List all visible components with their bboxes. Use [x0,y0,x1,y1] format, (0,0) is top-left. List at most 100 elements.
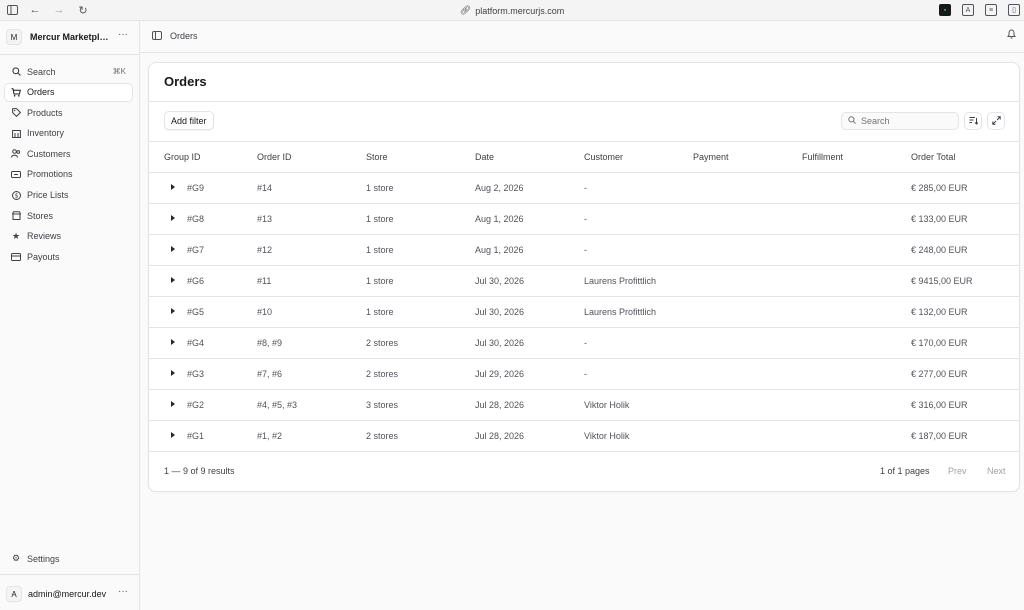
sidebar-item-inventory[interactable]: Inventory [5,125,132,142]
store-switcher[interactable]: M Mercur Marketplace ··· [6,28,132,46]
column-header-store[interactable]: Store [366,152,388,162]
prev-button[interactable]: Prev [948,466,967,476]
expand-row-icon[interactable] [171,215,175,221]
sidebar-panel-icon[interactable] [152,31,162,40]
back-icon[interactable]: ← [28,3,42,17]
column-header-group-id[interactable]: Group ID [164,152,201,162]
customer-cell: Laurens Profittlich [584,276,657,286]
search-input[interactable] [861,116,951,126]
user-more-icon[interactable]: ··· [118,586,128,597]
sidebar-item-stores[interactable]: Stores [5,207,132,224]
column-header-date[interactable]: Date [475,152,494,162]
sidebar-item-orders[interactable]: Orders [5,83,132,101]
next-button[interactable]: Next [987,466,1006,476]
customer-cell: Viktor Holik [584,400,630,410]
divider [0,574,139,575]
order-total-cell: € 170,00 EUR [911,338,968,348]
order-total-cell: € 285,00 EUR [911,183,968,193]
table-row[interactable]: #G6 #11 1 store Jul 30, 2026 Laurens Profitt… [149,266,1019,297]
card-icon [11,252,21,261]
order-id-cell: #11 [257,276,272,286]
store-icon [11,211,21,221]
order-total-cell: € 277,00 EUR [911,369,968,379]
customer-cell: - [584,214,587,224]
table-row[interactable]: #G7 #12 1 store Aug 1, 2026 - € 248,00 EUR [149,235,1019,266]
column-header-customer[interactable]: Customer [584,152,623,162]
expand-row-icon[interactable] [171,246,175,252]
order-id-cell: #8, #9 [257,338,283,348]
table-header: Group ID Order ID Store Date Customer Pa… [149,142,1019,172]
sidebar-item-label: Inventory [27,128,65,139]
sidebar-item-customers[interactable]: Customers [5,145,132,162]
sidebar-nav: Search ⌘K Orders Products Inventory Cust… [5,63,132,269]
expand-row-icon[interactable] [171,308,175,314]
customer-cell: - [584,183,587,193]
column-header-payment[interactable]: Payment [693,152,729,162]
expand-row-icon[interactable] [171,184,175,190]
divider [0,54,139,55]
browser-toolbar: ← → ↻ 🔗︎ platform.mercurjs.com ▪ A ≡ ▯ [0,0,1024,21]
receipt-icon [11,170,21,179]
column-header-fulfillment[interactable]: Fulfillment [802,152,843,162]
expand-row-icon[interactable] [171,432,175,438]
translate-extension-icon[interactable]: A [962,4,974,16]
sidebar-item-search[interactable]: Search ⌘K [5,63,132,80]
user-menu[interactable]: A admin@mercur.dev ··· [6,585,132,603]
sidebar-item-label: Products [27,107,63,118]
customer-cell: - [584,245,587,255]
table-row[interactable]: #G5 #10 1 store Jul 30, 2026 Laurens Profitt… [149,297,1019,328]
divider [149,101,1019,102]
reader-extension-icon[interactable]: ≡ [985,4,997,16]
table-row[interactable]: #G2 #4, #5, #3 3 stores Jul 28, 2026 Viktor … [149,390,1019,421]
reload-icon[interactable]: ↻ [76,3,90,17]
more-options-icon[interactable]: ··· [118,29,128,40]
date-cell: Jul 28, 2026 [475,431,525,441]
breadcrumb[interactable]: Orders [170,31,198,41]
expand-row-icon[interactable] [171,277,175,283]
sidebar-item-promotions[interactable]: Promotions [5,166,132,183]
dollar-icon: $ [11,190,21,200]
expand-row-icon[interactable] [171,339,175,345]
cart-icon [11,87,21,97]
user-email: admin@mercur.dev [28,589,107,599]
order-total-cell: € 9415,00 EUR [911,276,973,286]
date-cell: Aug 1, 2026 [475,214,524,224]
bell-icon[interactable] [1007,29,1016,42]
expand-row-icon[interactable] [171,370,175,376]
forward-icon[interactable]: → [52,3,66,17]
sidebar-item-label: Payouts [27,251,60,262]
order-id-cell: #13 [257,214,273,224]
expand-row-icon[interactable] [171,401,175,407]
orders-card: Orders Add filter Group ID Order ID Stor… [148,62,1020,492]
settings-label: Settings [27,553,60,564]
svg-text:$: $ [14,192,18,199]
sidebar-toggle-icon[interactable] [5,3,19,17]
sort-button[interactable] [964,112,982,130]
store-cell: 1 store [366,245,394,255]
table-row[interactable]: #G8 #13 1 store Aug 1, 2026 - € 133,00 EUR [149,204,1019,235]
terminal-extension-icon[interactable]: ▪ [939,4,951,16]
column-header-order-total[interactable]: Order Total [911,152,955,162]
expand-button[interactable] [987,112,1005,130]
group-id-cell: #G6 [187,276,205,286]
store-cell: 3 stores [366,400,399,410]
table-row[interactable]: #G9 #14 1 store Aug 2, 2026 - € 285,00 EUR [149,173,1019,204]
store-cell: 1 store [366,183,394,193]
sidebar-item-payouts[interactable]: Payouts [5,248,132,265]
add-filter-button[interactable]: Add filter [164,111,214,130]
table-row[interactable]: #G4 #8, #9 2 stores Jul 30, 2026 - € 170,00 E… [149,328,1019,359]
column-header-order-id[interactable]: Order ID [257,152,292,162]
sidebar-item-settings[interactable]: ⚙ Settings [5,550,132,567]
table-body: #G9 #14 1 store Aug 2, 2026 - € 285,00 EUR #G8… [149,173,1019,452]
address-bar[interactable]: 🔗︎ platform.mercurjs.com [440,4,584,17]
search-field[interactable] [841,112,959,130]
sidebar-item-products[interactable]: Products [5,104,132,121]
date-cell: Jul 30, 2026 [475,338,525,348]
split-view-icon[interactable]: ▯ [1008,4,1020,16]
gear-icon: ⚙ [11,553,21,563]
table-row[interactable]: #G3 #7, #6 2 stores Jul 29, 2026 - € 277,00 E… [149,359,1019,390]
table-row[interactable]: #G1 #1, #2 2 stores Jul 28, 2026 Viktor Holi… [149,421,1019,452]
sidebar-item-reviews[interactable]: ★ Reviews [5,228,132,245]
sidebar-item-price-lists[interactable]: $ Price Lists [5,187,132,204]
page-indicator: 1 of 1 pages [880,466,930,476]
